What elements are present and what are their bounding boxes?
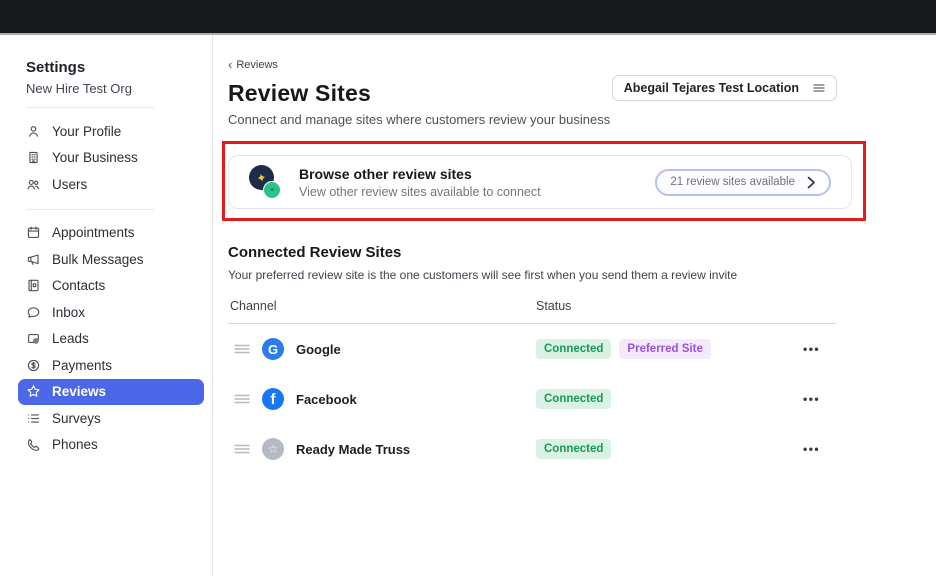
sidebar-item-your-business[interactable]: Your Business	[18, 145, 204, 172]
connected-sites-title: Connected Review Sites	[228, 244, 936, 261]
settings-sidebar: Settings New Hire Test Org Your Profile …	[0, 35, 213, 576]
lead-card-icon	[26, 331, 41, 346]
green-count-badge-icon: +	[263, 181, 281, 199]
table-row-google: G Google Connected Preferred Site •••	[228, 324, 836, 374]
red-annotation-box: ✦ + Browse other review sites View other…	[222, 141, 866, 221]
sidebar-item-label: Users	[52, 177, 87, 192]
sidebar-item-payments[interactable]: Payments	[18, 352, 204, 379]
row-options-menu-icon[interactable]: •••	[803, 442, 820, 456]
menu-lines-icon	[813, 83, 825, 93]
connected-sites-table: Channel Status G Google Connected Prefer…	[228, 299, 836, 474]
megaphone-icon	[26, 252, 41, 267]
drag-handle-icon[interactable]	[234, 343, 250, 355]
table-header: Channel Status	[228, 299, 836, 324]
column-header-channel: Channel	[230, 299, 277, 313]
row-options-menu-icon[interactable]: •••	[803, 392, 820, 406]
drag-handle-icon[interactable]	[234, 393, 250, 405]
location-selector-button[interactable]: Abegail Tejares Test Location	[612, 75, 837, 101]
sidebar-divider	[26, 209, 154, 210]
banner-text: Browse other review sites View other rev…	[299, 166, 541, 199]
preferred-site-badge: Preferred Site	[619, 339, 710, 359]
chevron-right-icon	[807, 176, 816, 189]
user-icon	[26, 124, 41, 139]
sidebar-item-label: Your Profile	[52, 124, 121, 139]
breadcrumb[interactable]: ‹ Reviews	[228, 57, 936, 72]
cta-label: 21 review sites available	[670, 176, 795, 188]
top-black-bar	[0, 0, 936, 35]
banner-subtitle: View other review sites available to con…	[299, 185, 541, 199]
table-row-ready-made-truss: ☆ Ready Made Truss Connected •••	[228, 424, 836, 474]
table-row-facebook: f Facebook Connected •••	[228, 374, 836, 424]
breadcrumb-label: Reviews	[236, 59, 278, 71]
sidebar-item-reviews[interactable]: Reviews	[18, 379, 204, 406]
contact-book-icon	[26, 278, 41, 293]
site-name: Google	[296, 342, 341, 357]
review-sites-available-button[interactable]: 21 review sites available	[655, 169, 831, 196]
sidebar-item-inbox[interactable]: Inbox	[18, 299, 204, 326]
sidebar-divider	[26, 107, 154, 108]
sidebar-item-label: Surveys	[52, 411, 101, 426]
sidebar-item-label: Appointments	[52, 225, 135, 240]
banner-title: Browse other review sites	[299, 166, 541, 182]
sidebar-item-label: Bulk Messages	[52, 252, 144, 267]
location-button-label: Abegail Tejares Test Location	[624, 81, 799, 95]
review-sites-cluster-icon: ✦ +	[249, 165, 283, 199]
status-cell: Connected	[536, 389, 611, 409]
sidebar-item-label: Reviews	[52, 384, 106, 399]
list-icon	[26, 411, 41, 426]
dollar-circle-icon	[26, 358, 41, 373]
sidebar-item-label: Phones	[52, 437, 98, 452]
status-cell: Connected Preferred Site	[536, 339, 711, 359]
connected-sites-subtitle: Your preferred review site is the one cu…	[228, 268, 936, 282]
row-options-menu-icon[interactable]: •••	[803, 342, 820, 356]
chevron-left-icon: ‹	[228, 57, 232, 72]
site-name: Ready Made Truss	[296, 442, 410, 457]
sidebar-item-phones[interactable]: Phones	[18, 432, 204, 459]
facebook-icon: f	[262, 388, 284, 410]
connected-badge: Connected	[536, 389, 611, 409]
chat-bubble-icon	[26, 305, 41, 320]
phone-icon	[26, 437, 41, 452]
users-icon	[26, 177, 41, 192]
status-cell: Connected	[536, 439, 611, 459]
connected-badge: Connected	[536, 439, 611, 459]
sidebar-item-label: Payments	[52, 358, 112, 373]
sidebar-item-surveys[interactable]: Surveys	[18, 405, 204, 432]
drag-handle-icon[interactable]	[234, 443, 250, 455]
sidebar-item-leads[interactable]: Leads	[18, 326, 204, 353]
sidebar-item-label: Inbox	[52, 305, 85, 320]
sidebar-item-bulk-messages[interactable]: Bulk Messages	[18, 246, 204, 273]
sidebar-item-users[interactable]: Users	[18, 171, 204, 198]
sidebar-title: Settings	[26, 59, 204, 76]
connected-badge: Connected	[536, 339, 611, 359]
sidebar-item-label: Contacts	[52, 278, 105, 293]
sidebar-item-your-profile[interactable]: Your Profile	[18, 118, 204, 145]
building-icon	[26, 150, 41, 165]
review-sites-page: ‹ Reviews Review Sites Connect and manag…	[213, 35, 936, 576]
sidebar-item-appointments[interactable]: Appointments	[18, 220, 204, 247]
site-name: Facebook	[296, 392, 357, 407]
calendar-icon	[26, 225, 41, 240]
page-subtitle: Connect and manage sites where customers…	[228, 112, 936, 127]
star-icon	[26, 384, 41, 399]
google-icon: G	[262, 338, 284, 360]
sidebar-item-label: Leads	[52, 331, 89, 346]
browse-review-sites-banner[interactable]: ✦ + Browse other review sites View other…	[228, 155, 852, 209]
org-name: New Hire Test Org	[26, 81, 204, 96]
column-header-status: Status	[536, 299, 571, 313]
ready-made-truss-icon: ☆	[262, 438, 284, 460]
sidebar-item-contacts[interactable]: Contacts	[18, 273, 204, 300]
sidebar-item-label: Your Business	[52, 150, 138, 165]
